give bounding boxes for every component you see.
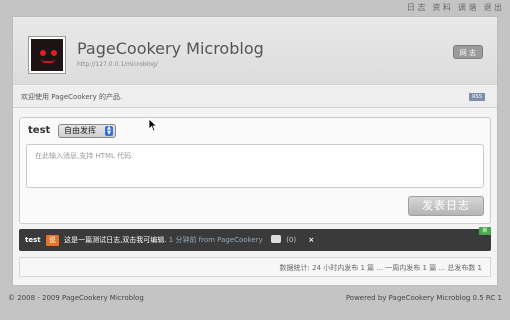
nav-profile-link[interactable]: 资 料 xyxy=(432,2,451,13)
stats-bar: 数据统计: 24 小时内发布 1 篇 ... 一周内发布 1 篇 ... 总发布… xyxy=(19,257,491,277)
comment-count[interactable]: (0) xyxy=(286,236,296,244)
say-badge: 说 xyxy=(45,235,59,246)
top-navigation: 日 志 资 料 调 谐 退 出 xyxy=(407,0,502,14)
footer-powered-by[interactable]: Powered by PageCookery Microblog 0.5 RC … xyxy=(346,294,502,302)
mouse-cursor-icon xyxy=(148,118,158,132)
avatar[interactable] xyxy=(29,37,65,73)
message-input[interactable]: 在此输入消息,支持 HTML 代码. xyxy=(26,144,484,188)
compose-box: test 自由发挥 ▲ ▼ 在此输入消息,支持 HTML 代码. 发表日志 xyxy=(19,117,491,224)
post-button[interactable]: 发表日志 xyxy=(408,196,484,216)
site-title[interactable]: PageCookery Microblog xyxy=(77,39,264,58)
new-badge: 新 xyxy=(479,227,491,235)
post-author[interactable]: test xyxy=(25,236,41,244)
welcome-bar: 欢迎使用 PageCookery 的产品. RSS xyxy=(13,86,497,108)
compose-username: test xyxy=(28,125,51,136)
avatar-eye-left xyxy=(40,50,46,56)
post-text[interactable]: 这是一篇测试日志,双击我可编辑. xyxy=(64,236,166,244)
mode-select[interactable]: 自由发挥 ▲ ▼ xyxy=(58,124,116,138)
post-item[interactable]: test 说 这是一篇测试日志,双击我可编辑. 1 分钟前 from PageC… xyxy=(19,227,491,251)
delete-post-button[interactable]: × xyxy=(308,236,314,244)
main-panel: PageCookery Microblog http://127.0.0.1/m… xyxy=(12,16,498,286)
post-meta: 1 分钟前 from PageCookery xyxy=(168,236,263,244)
nav-logout-link[interactable]: 退 出 xyxy=(483,2,502,13)
select-arrows-icon: ▲ ▼ xyxy=(105,126,113,136)
footer-copyright: © 2008 - 2009 PageCookery Microblog xyxy=(8,294,144,302)
mode-select-value: 自由发挥 xyxy=(64,126,96,135)
blog-button[interactable]: 网 志 xyxy=(452,45,483,59)
avatar-eye-right xyxy=(51,50,57,56)
nav-settings-link[interactable]: 调 谐 xyxy=(458,2,477,13)
welcome-text: 欢迎使用 PageCookery 的产品. xyxy=(21,93,123,101)
avatar-mouth xyxy=(41,59,55,63)
comment-icon[interactable] xyxy=(270,235,281,243)
nav-blog-link[interactable]: 日 志 xyxy=(407,2,426,13)
rss-icon[interactable]: RSS xyxy=(469,93,485,101)
site-url[interactable]: http://127.0.0.1/microblog/ xyxy=(77,61,158,68)
site-header: PageCookery Microblog http://127.0.0.1/m… xyxy=(13,17,497,85)
